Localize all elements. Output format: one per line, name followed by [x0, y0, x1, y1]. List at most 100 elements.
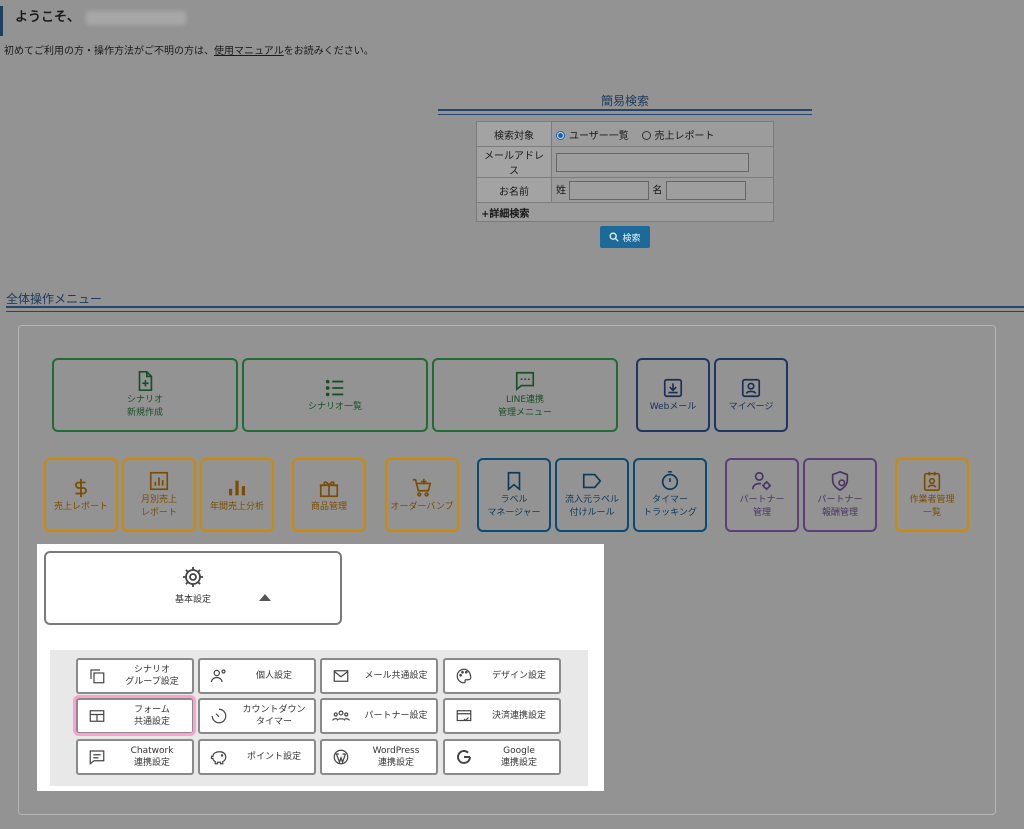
sub-design[interactable]: デザイン設定 [443, 658, 561, 694]
email-field[interactable] [556, 152, 749, 172]
sub-label: ポイント設定 [246, 752, 301, 762]
intro-before: 初めてご利用の方・操作方法がご不明の方は、 [4, 46, 214, 57]
tile-label: シナリオ [126, 395, 163, 405]
sub-label: 決済連携設定 [491, 711, 546, 721]
sub-chatwork[interactable]: Chatwork 連携設定 [76, 739, 194, 775]
tile-label: 一覧 [922, 508, 941, 518]
intro-after: をお読みください。 [283, 46, 374, 57]
sub-payment-integration[interactable]: 決済連携設定 [443, 698, 561, 734]
tile-label: トラッキング [643, 508, 697, 518]
welcome-header: ようこそ、 [0, 6, 187, 36]
tile-mypage[interactable]: マイページ [714, 358, 788, 432]
sub-label: デザイン設定 [491, 671, 546, 681]
sub-label: グループ設定 [125, 677, 179, 687]
sub-label: Chatwork [130, 746, 174, 756]
tile-label: マネージャー [487, 508, 541, 518]
sub-mail-common[interactable]: メール共通設定 [320, 658, 438, 694]
tile-product[interactable]: 商品管理 [292, 458, 366, 532]
first-name-field[interactable] [665, 180, 746, 200]
list-icon [325, 379, 344, 396]
radio-users[interactable] [556, 131, 565, 140]
manual-link[interactable]: 使用マニュアル [214, 46, 284, 57]
dollar-icon [75, 478, 87, 497]
sub-label: タイマー [255, 717, 292, 727]
sub-label: 個人設定 [255, 671, 292, 681]
sub-scenario-group[interactable]: シナリオグループ設定 [76, 658, 194, 694]
tile-label: Webメール [649, 401, 697, 412]
sub-google[interactable]: Google 連携設定 [443, 739, 561, 775]
tile-scenario-new[interactable]: シナリオ 新規作成 [52, 358, 238, 432]
tile-label: シナリオ一覧 [307, 401, 362, 412]
last-name-field[interactable] [569, 180, 650, 200]
tile-annual-analysis[interactable]: 年間売上分析 [200, 458, 274, 532]
welcome-text: ようこそ、 [15, 10, 81, 25]
sub-label: カウントダウン [242, 705, 306, 715]
tile-label: 管理メニュー [497, 408, 552, 418]
tile-label-manager[interactable]: ラベル マネージャー [477, 458, 551, 532]
sub-label: WordPress [372, 746, 420, 756]
sub-label: メール共通設定 [364, 671, 428, 681]
caret-up-icon [259, 594, 271, 601]
bookmark-icon [507, 471, 521, 492]
sub-personal-settings[interactable]: 個人設定 [198, 658, 316, 694]
tile-webmail[interactable]: Webメール [636, 358, 710, 432]
sub-point-settings[interactable]: ポイント設定 [198, 739, 316, 775]
basic-settings-label: 基本設定 [174, 595, 211, 605]
tile-label: マイページ [728, 401, 774, 412]
tile-scenario-list[interactable]: シナリオ一覧 [242, 358, 428, 432]
radio-sales-label[interactable]: 売上レポート [655, 131, 715, 142]
tile-sales-report[interactable]: 売上レポート [44, 458, 118, 532]
sub-label: 連携設定 [377, 758, 414, 768]
user-gear-icon [752, 471, 772, 491]
tile-label: オーダーバンプ [390, 501, 454, 512]
sub-countdown-timer[interactable]: カウントダウン タイマー [198, 698, 316, 734]
sub-label: 連携設定 [133, 758, 170, 768]
name-cell: 姓 名 [551, 177, 774, 203]
tile-label: パートナー [739, 495, 785, 505]
tile-partner-reward[interactable]: パートナー 報酬管理 [803, 458, 877, 532]
tile-source-label-rule[interactable]: 流入元ラベル 付けルール [555, 458, 629, 532]
download-icon [663, 378, 683, 397]
tile-label: 付けルール [569, 508, 615, 518]
email-cell [551, 146, 774, 178]
radio-sales[interactable] [641, 131, 651, 140]
timer-icon [661, 471, 679, 491]
mail-icon [333, 670, 349, 682]
menu-title: 全体操作メニュー [6, 292, 103, 306]
portrait-icon [741, 378, 761, 397]
group-icon [332, 710, 350, 721]
intro-text: 初めてご利用の方・操作方法がご不明の方は、使用マニュアルをお読みください。 [4, 42, 374, 57]
basic-settings-button[interactable]: 基本設定 [44, 551, 342, 625]
bar-chart-icon [228, 480, 246, 495]
email-label: メールアドレス [476, 146, 552, 178]
tile-order-bump[interactable]: オーダーバンプ [385, 458, 459, 532]
tile-label: LINE連携 [505, 395, 545, 405]
tile-partner-management[interactable]: パートナー 管理 [725, 458, 799, 532]
search-button-label: 検索 [622, 232, 641, 243]
sub-wordpress[interactable]: WordPress 連携設定 [320, 739, 438, 775]
tile-label: 売上レポート [53, 501, 108, 512]
sub-label: パートナー設定 [364, 711, 428, 721]
tag-icon [582, 473, 602, 489]
first-name-label: 名 [652, 185, 663, 196]
radio-users-label[interactable]: ユーザー一覧 [569, 131, 629, 142]
tile-line-menu[interactable]: LINE連携 管理メニュー [432, 358, 618, 432]
last-name-label: 姓 [556, 185, 566, 196]
tile-worker-list[interactable]: 作業者管理 一覧 [895, 458, 969, 532]
quick-search-form: 検索対象 ユーザー一覧 売上レポート メールアドレス お名前 姓 名 +詳細検索 [476, 121, 774, 222]
advanced-search-toggle[interactable]: +詳細検索 [476, 202, 774, 222]
copy-icon [90, 669, 105, 684]
chart-box-icon [149, 471, 169, 491]
search-button[interactable]: 検索 [600, 226, 650, 248]
sub-label: シナリオ [133, 665, 170, 675]
sub-label: Google [503, 746, 535, 756]
tile-label: レポート [140, 508, 177, 518]
tile-label: 作業者管理 [909, 495, 955, 505]
tile-timer-tracking[interactable]: タイマー トラッキング [633, 458, 707, 532]
tile-monthly-report[interactable]: 月別売上 レポート [122, 458, 196, 532]
tile-label: パートナー [817, 495, 863, 505]
divider [438, 109, 812, 115]
palette-icon [456, 668, 472, 684]
sub-partner-settings[interactable]: パートナー設定 [320, 698, 438, 734]
tile-label: 流入元ラベル [564, 495, 619, 505]
